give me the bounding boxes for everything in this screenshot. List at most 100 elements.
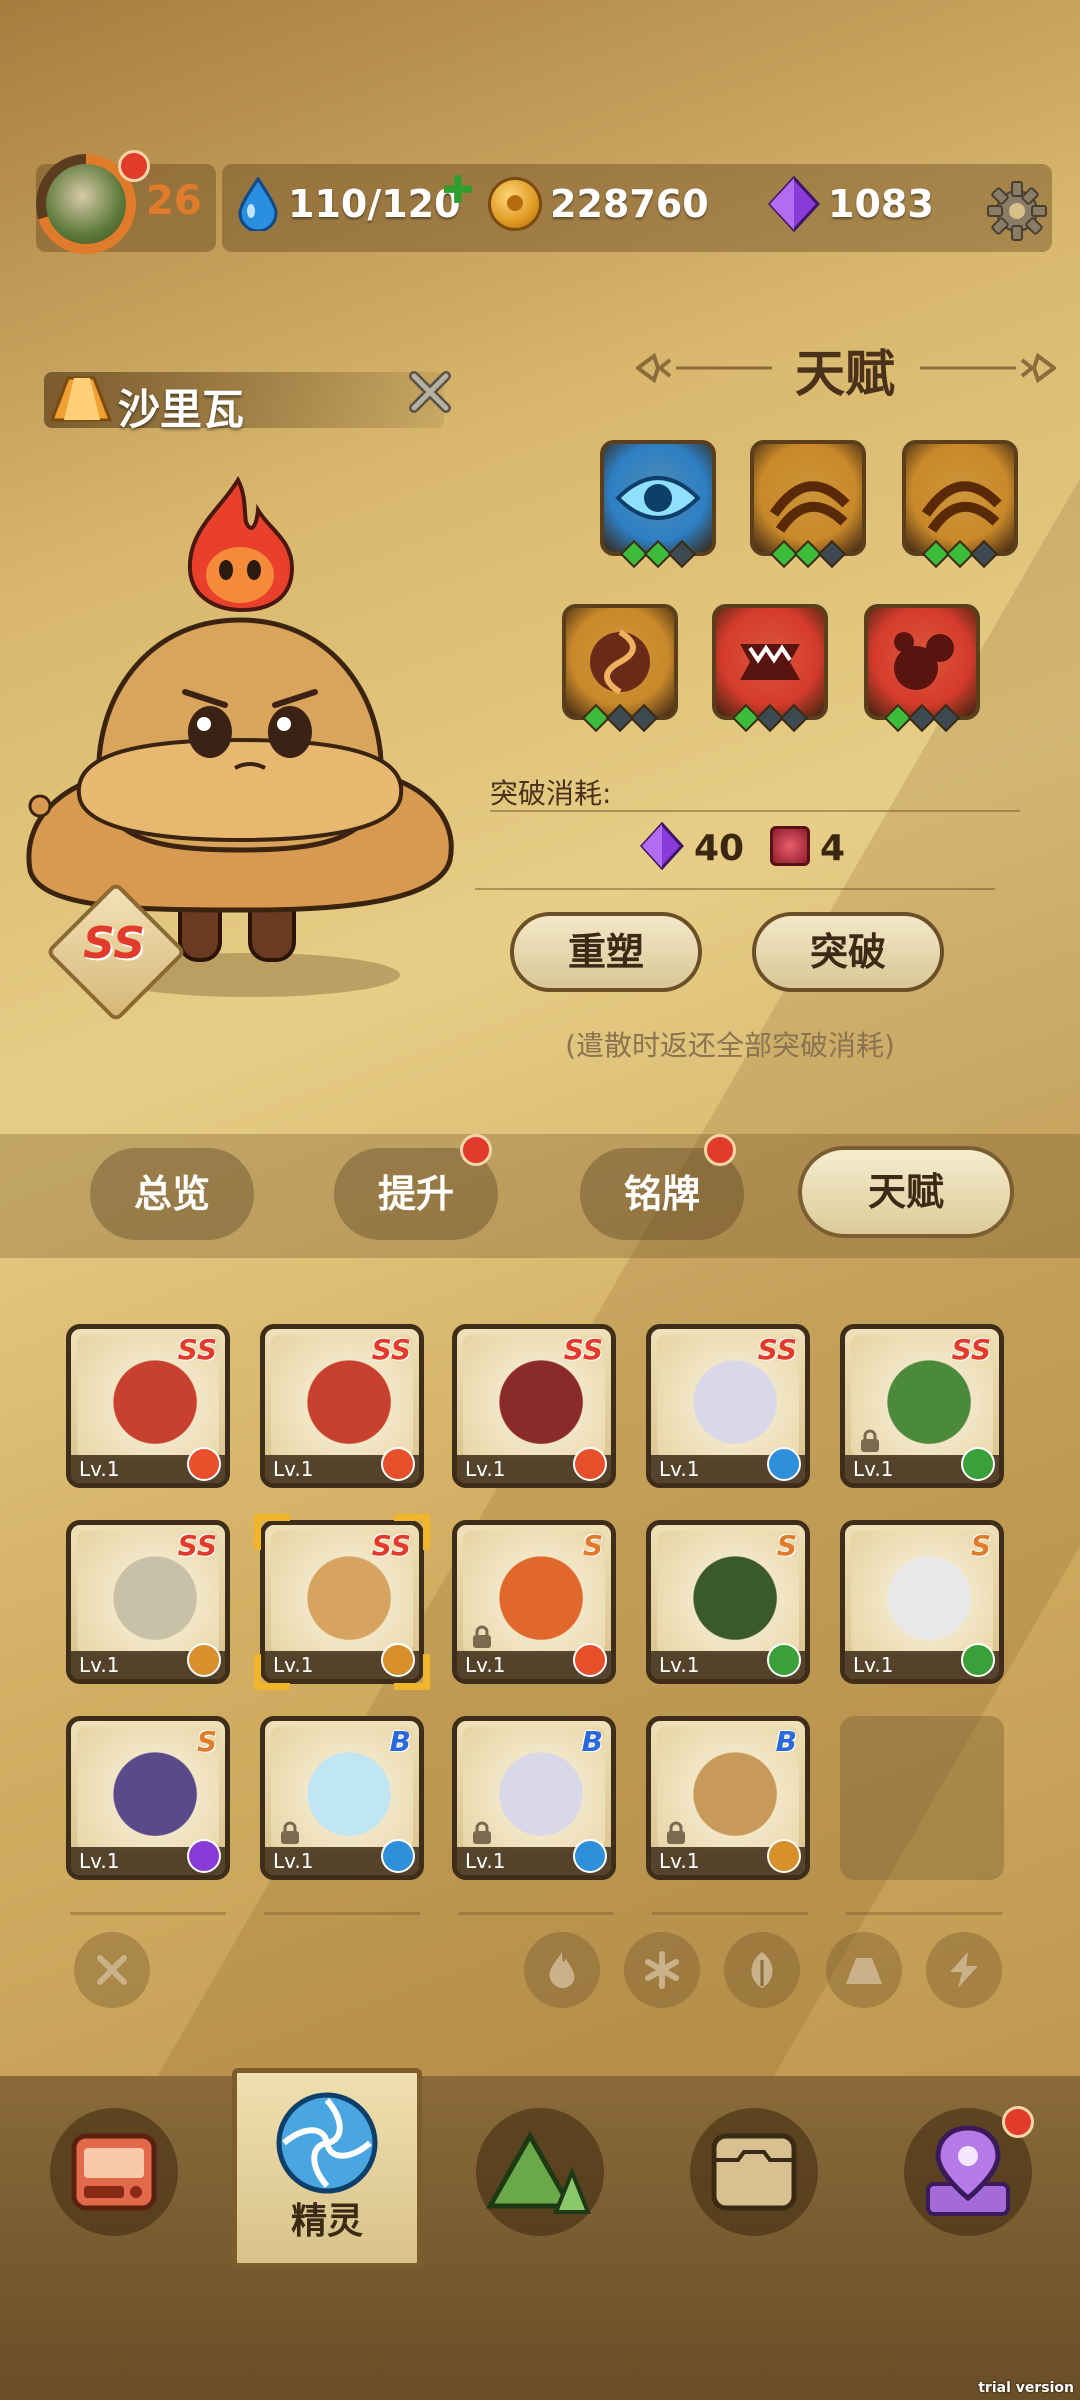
ice-filter-button[interactable] [624, 1932, 700, 2008]
selection-corner [394, 1514, 430, 1550]
grid-separator [458, 1912, 614, 1915]
nav-creatures-label: 精灵 [290, 2201, 363, 2242]
creature-card[interactable]: SS Lv.1 [646, 1324, 810, 1488]
purple-gem-icon [768, 176, 820, 232]
level-pip [629, 703, 659, 733]
water-drop-icon [238, 177, 278, 231]
level-pip [667, 539, 697, 569]
talent-crescent-icon[interactable] [902, 440, 1018, 556]
cost-book-value: 4 [820, 828, 846, 869]
leaf-element-icon [961, 1643, 995, 1677]
creature-card[interactable]: SS Lv.1 [66, 1324, 230, 1488]
cost-gem-value: 40 [694, 828, 745, 869]
nav-backpack[interactable] [50, 2108, 178, 2236]
creature-rank: SS [757, 1333, 797, 1366]
lock-icon [473, 1821, 491, 1844]
talent-title: 天赋 [795, 345, 895, 403]
creature-card[interactable]: B Lv.1 [646, 1716, 810, 1880]
lightning-filter-button[interactable] [926, 1932, 1002, 2008]
reset-button[interactable]: 重塑 [510, 912, 702, 992]
red-book-icon [770, 826, 810, 866]
refund-note: (遣散时返还全部突破消耗) [565, 1029, 895, 1062]
empty-roster-slot [840, 1716, 1004, 1880]
hero-rank-text: SS [83, 918, 145, 969]
ice-element-icon [573, 1839, 607, 1873]
creature-card[interactable]: B Lv.1 [260, 1716, 424, 1880]
location-pin-icon [926, 2125, 1010, 2216]
creature-rank: S [196, 1725, 217, 1758]
tab-overview[interactable]: 总览 [90, 1148, 254, 1240]
purple-gem-icon [640, 822, 684, 870]
talent-fang-icon[interactable] [712, 604, 828, 720]
ice-element-icon [381, 1839, 415, 1873]
talent-eye-icon[interactable] [600, 440, 716, 556]
breakthrough-button[interactable]: 突破 [752, 912, 944, 992]
leaf-element-icon [961, 1447, 995, 1481]
coin-counter: 228760 [488, 174, 709, 234]
nav-map[interactable] [476, 2108, 604, 2236]
creature-rank: SS [951, 1333, 991, 1366]
nameplate-notification-dot [704, 1134, 736, 1166]
creature-card[interactable]: S Lv.1 [66, 1716, 230, 1880]
talent-crescent-icon[interactable] [750, 440, 866, 556]
grid-separator [652, 1912, 808, 1915]
nav-inventory[interactable] [690, 2108, 818, 2236]
creature-rank: SS [371, 1333, 411, 1366]
close-icon[interactable] [406, 368, 454, 416]
tab-talent[interactable]: 天赋 [798, 1146, 1014, 1238]
creature-rank: B [389, 1725, 411, 1758]
fire-filter-button[interactable] [524, 1932, 600, 2008]
snowflake-icon [645, 1951, 679, 1989]
earth-element-icon [767, 1839, 801, 1873]
level-pip [779, 703, 809, 733]
top-resource-bar: 26 110/120 ✚ 228760 1083 [0, 150, 1080, 256]
level-pip [817, 539, 847, 569]
chest-icon [711, 2133, 797, 2211]
earth-element-icon [187, 1643, 221, 1677]
fire-icon [549, 1952, 575, 1988]
talent-bubbles-icon[interactable] [864, 604, 980, 720]
creature-card[interactable]: SS Lv.1 [452, 1324, 616, 1488]
cost-divider-top [490, 810, 1020, 812]
stamina-counter[interactable]: 110/120 [236, 174, 461, 234]
earth-mountain-icon [50, 376, 112, 422]
creature-rank: B [775, 1725, 797, 1758]
creature-card[interactable]: B Lv.1 [452, 1716, 616, 1880]
earth-filter-button[interactable] [826, 1932, 902, 2008]
location-notification-dot [1002, 2106, 1034, 2138]
creature-rank: S [970, 1529, 991, 1562]
talent-level-pips [600, 539, 716, 569]
talent-swirl-icon[interactable] [562, 604, 678, 720]
creature-card[interactable]: SS Lv.1 [260, 1324, 424, 1488]
creature-rank: SS [177, 1529, 217, 1562]
settings-gear-icon[interactable] [986, 180, 1048, 242]
lightning-icon [950, 1952, 978, 1988]
selection-corner [254, 1514, 290, 1550]
talent-level-pips [750, 539, 866, 569]
hero-name: 沙里瓦 [118, 385, 245, 434]
trial-watermark: trial version [978, 2380, 1074, 2396]
avatar-image [46, 164, 126, 244]
creature-card[interactable]: S Lv.1 [840, 1520, 1004, 1684]
coin-value: 228760 [550, 182, 709, 226]
creature-card[interactable]: SS Lv.1 [840, 1324, 1004, 1488]
gem-counter: 1083 [768, 174, 934, 234]
selection-corner [394, 1654, 430, 1690]
fire-element-icon [573, 1643, 607, 1677]
creature-card[interactable]: SS Lv.1 [66, 1520, 230, 1684]
lock-icon [473, 1625, 491, 1648]
gem-value: 1083 [828, 182, 934, 226]
mountain-forest-icon [486, 2130, 591, 2214]
leaf-icon [751, 1952, 773, 1988]
clear-filter-button[interactable] [74, 1932, 150, 2008]
add-stamina-icon[interactable]: ✚ [442, 168, 474, 212]
creature-card[interactable]: S Lv.1 [646, 1520, 810, 1684]
ice-element-icon [767, 1447, 801, 1481]
grid-separator [264, 1912, 420, 1915]
lock-icon [281, 1821, 299, 1844]
leaf-filter-button[interactable] [724, 1932, 800, 2008]
creature-card[interactable]: S Lv.1 [452, 1520, 616, 1684]
bolt-element-icon [187, 1839, 221, 1873]
upgrade-notification-dot [460, 1134, 492, 1166]
fire-element-icon [187, 1447, 221, 1481]
